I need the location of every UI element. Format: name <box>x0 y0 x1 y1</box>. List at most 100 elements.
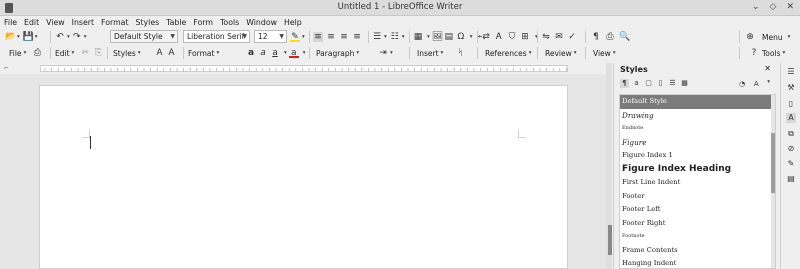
style-item-hanging-indent[interactable]: Hanging Indent <box>620 257 775 268</box>
style-item-endnote[interactable]: Endnote <box>620 122 775 136</box>
save-icon[interactable]: 💾 <box>23 32 34 42</box>
edit-tab[interactable]: Edit <box>55 49 70 58</box>
styles-icon[interactable]: A <box>786 113 796 123</box>
comment-icon[interactable]: ✉ <box>554 32 564 42</box>
properties-icon[interactable]: ⚒ <box>786 83 796 93</box>
document-canvas[interactable] <box>0 74 612 269</box>
field-icon[interactable]: ⊞ <box>520 32 530 42</box>
paragraph-tab[interactable]: Paragraph <box>316 49 354 58</box>
new-style-from-selection-icon[interactable]: A <box>751 79 761 89</box>
insert-tab[interactable]: Insert <box>417 49 439 58</box>
help-icon[interactable]: ? <box>749 48 759 58</box>
image-icon[interactable]: 🖼 <box>432 32 443 42</box>
chart-icon[interactable]: ▤ <box>444 32 454 42</box>
font-color-icon[interactable]: a <box>288 48 299 58</box>
gallery-icon[interactable]: ⧉ <box>786 129 796 139</box>
style-item-figure-index-1[interactable]: Figure Index 1 <box>620 149 775 163</box>
design-icon[interactable]: ▤ <box>786 174 796 184</box>
style-item-default-style[interactable]: Default Style <box>620 95 775 109</box>
menu-file[interactable]: File <box>4 18 17 27</box>
menu-format[interactable]: Format <box>101 18 128 27</box>
track-changes-icon[interactable]: ⇋ <box>541 32 551 42</box>
styles-tab[interactable]: Styles <box>113 49 136 58</box>
list-unordered-icon[interactable]: ☰ <box>372 32 382 42</box>
style-item-footnote[interactable]: Footnote <box>620 230 775 244</box>
tab-stop-icon[interactable]: ⌐ <box>4 65 9 72</box>
copy-icon[interactable]: ⎘ <box>93 48 103 58</box>
menu-edit[interactable]: Edit <box>24 18 39 27</box>
undo-icon[interactable]: ↶ <box>55 32 65 42</box>
ruler-scale[interactable] <box>40 65 568 72</box>
tools-tab[interactable]: Tools <box>762 49 780 58</box>
list-styles-icon[interactable]: ☰ <box>668 79 677 88</box>
page-styles-icon[interactable]: ▯ <box>656 79 665 88</box>
formatting-marks-icon[interactable]: ¶ <box>591 32 601 42</box>
styles-list[interactable]: Default Style Drawing Endnote Figure Fig… <box>619 94 776 269</box>
new-style-icon[interactable]: A <box>155 48 165 58</box>
format-tab[interactable]: Format <box>188 49 214 58</box>
cut-icon[interactable]: ✂ <box>80 48 90 58</box>
styles-list-scrollbar[interactable] <box>771 95 775 268</box>
align-center-icon[interactable]: ≡ <box>326 32 336 42</box>
align-left-icon[interactable]: ≡ <box>313 32 323 42</box>
minimize-icon[interactable]: ⌄ <box>752 2 760 12</box>
menu-styles[interactable]: Styles <box>136 18 160 27</box>
references-tab[interactable]: References <box>485 49 527 58</box>
table-styles-icon[interactable]: ▦ <box>680 79 689 88</box>
signature-icon[interactable]: ᛋ <box>455 48 465 58</box>
bookmark-icon[interactable]: ⛉ <box>507 32 517 42</box>
style-item-first-line-indent[interactable]: First Line Indent <box>620 176 775 190</box>
font-size-combo[interactable]: 12 ▼ <box>254 30 287 43</box>
bold-icon[interactable]: a <box>246 48 256 58</box>
menu-form[interactable]: Form <box>193 18 213 27</box>
print-icon[interactable]: ⎙ <box>605 32 615 42</box>
highlight-icon[interactable]: ✎ <box>290 32 300 42</box>
update-style-icon[interactable]: A <box>167 48 177 58</box>
style-item-footer-left[interactable]: Footer Left <box>620 203 775 217</box>
document-page[interactable] <box>39 85 568 269</box>
font-name-combo[interactable]: Liberation Serif ▼ <box>183 30 250 43</box>
view-tab[interactable]: View <box>593 49 611 58</box>
indent-icon[interactable]: ⇥ <box>378 48 388 58</box>
menu-help[interactable]: Help <box>284 18 302 27</box>
file-tab[interactable]: File <box>9 49 22 58</box>
table-icon[interactable]: ▦ <box>413 32 423 42</box>
search-icon[interactable]: 🔍 <box>619 32 630 42</box>
fill-format-icon[interactable]: ◔ <box>737 79 747 89</box>
justify-icon[interactable]: ≡ <box>352 32 362 42</box>
close-icon[interactable]: ✕ <box>786 2 794 12</box>
panel-resize-handle[interactable] <box>608 225 612 255</box>
print-preview-icon[interactable]: ⎙ <box>32 48 42 58</box>
close-icon[interactable]: ✕ <box>764 64 771 73</box>
manage-changes-icon[interactable]: ✎ <box>786 159 796 169</box>
style-item-footer[interactable]: Footer <box>620 190 775 204</box>
frame-styles-icon[interactable]: ▢ <box>644 79 653 88</box>
style-item-figure-index-heading[interactable]: Figure Index Heading <box>620 163 775 177</box>
horizontal-ruler[interactable]: ⌐ <box>0 63 612 74</box>
sidebar-menu-icon[interactable]: ☰ <box>786 67 796 77</box>
menu-table[interactable]: Table <box>166 18 186 27</box>
character-styles-icon[interactable]: a <box>632 79 641 88</box>
align-right-icon[interactable]: ≡ <box>339 32 349 42</box>
cross-reference-icon[interactable]: ⇄ <box>481 32 491 42</box>
navigator-icon[interactable]: ⊘ <box>786 144 796 154</box>
find-replace-icon[interactable]: ⊕ <box>745 32 755 42</box>
underline-icon[interactable]: a <box>270 48 280 58</box>
scrollbar-thumb[interactable] <box>771 133 775 193</box>
menu-insert[interactable]: Insert <box>72 18 94 27</box>
redo-icon[interactable]: ↷ <box>72 32 82 42</box>
open-icon[interactable]: 📂 <box>5 32 16 42</box>
style-item-figure[interactable]: Figure <box>620 136 775 150</box>
page-icon[interactable]: ▯ <box>786 99 796 109</box>
style-item-frame-contents[interactable]: Frame Contents <box>620 244 775 258</box>
menu-tools[interactable]: Tools <box>220 18 239 27</box>
paragraph-style-combo[interactable]: Default Style ▼ <box>110 30 178 43</box>
style-item-footer-right[interactable]: Footer Right <box>620 217 775 231</box>
menu-view[interactable]: View <box>46 18 65 27</box>
style-item-drawing[interactable]: Drawing <box>620 109 775 123</box>
special-character-icon[interactable]: Ω <box>456 32 466 42</box>
list-ordered-icon[interactable]: ☷ <box>390 32 400 42</box>
maximize-icon[interactable]: ◇ <box>770 2 777 12</box>
menu-window[interactable]: Window <box>246 18 277 27</box>
paragraph-styles-icon[interactable]: ¶ <box>620 79 629 88</box>
